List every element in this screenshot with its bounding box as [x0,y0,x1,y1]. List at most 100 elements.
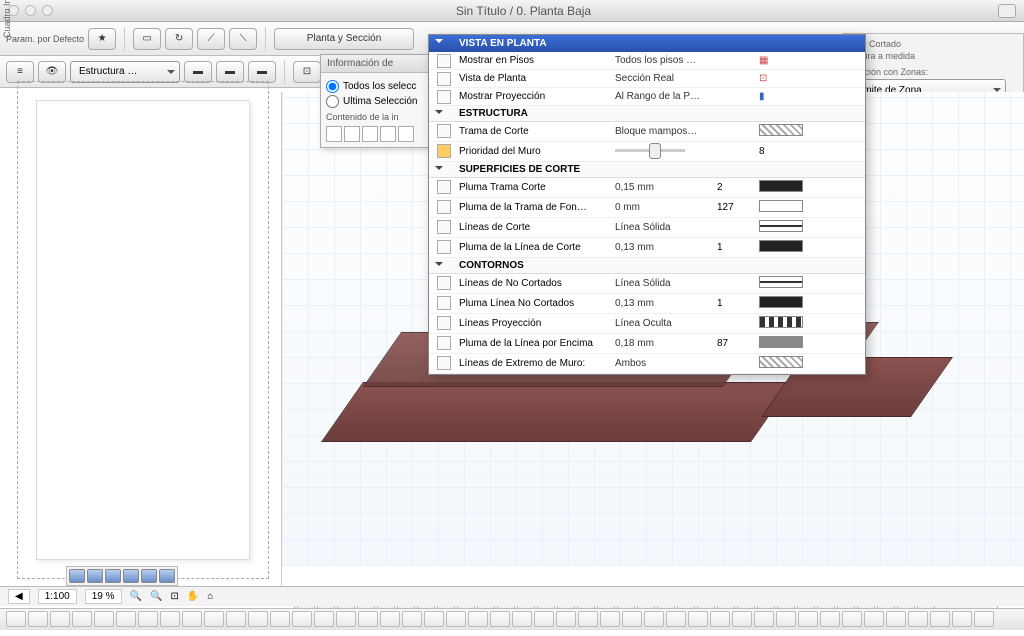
pen-swatch[interactable] [759,180,803,192]
row-lineas-proyeccion[interactable]: Líneas ProyecciónLínea Oculta [429,314,865,334]
row-mostrar-pisos[interactable]: Mostrar en PisosTodos los pisos …▦ [429,52,865,70]
wall-tool-icon[interactable] [50,611,70,627]
toolbar-toggle-icon[interactable] [998,4,1016,18]
dim-tool-icon[interactable] [402,611,422,627]
zoom-in-icon[interactable]: 🔍 [130,591,142,602]
row-pluma-trama-fondo[interactable]: Pluma de la Trama de Fon…0 mm127 [429,198,865,218]
roof-tool-icon[interactable] [182,611,202,627]
home-icon[interactable]: ⌂ [207,591,213,602]
left-icon[interactable] [380,126,396,142]
up-icon[interactable] [344,126,360,142]
elevation-tool-icon[interactable] [666,611,686,627]
eye-icon[interactable]: 👁 [38,61,66,83]
wall-bottom-icon[interactable]: ▬ [248,61,276,83]
row-extremo-muro[interactable]: Líneas de Extremo de Muro:Ambos [429,354,865,374]
wall-top-icon[interactable]: ▬ [184,61,212,83]
pen-swatch3[interactable] [759,296,803,308]
bg-swatch[interactable] [759,200,803,212]
zone-tool-icon[interactable] [226,611,246,627]
text-tool-icon[interactable] [446,611,466,627]
pen-swatch4[interactable] [759,336,803,348]
arrow-tool-icon[interactable] [6,611,26,627]
row-lineas-no-cortados[interactable]: Líneas de No CortadosLínea Sólida [429,274,865,294]
marquee-tool-icon[interactable] [28,611,48,627]
row-trama-corte[interactable]: Trama de CorteBloque mampos… [429,122,865,142]
dash-swatch[interactable] [759,316,803,328]
window-tool-icon[interactable] [94,611,114,627]
radio-last-selection[interactable]: Ultima Selección [326,95,442,108]
column-tool-icon[interactable] [116,611,136,627]
view-explore-icon[interactable] [159,569,175,583]
row-vista-planta[interactable]: Vista de PlantaSección Real⊡ [429,70,865,88]
detail-tool-icon[interactable] [688,611,708,627]
pen-swatch2[interactable] [759,240,803,252]
priority-slider[interactable] [615,144,685,156]
view-persp-icon[interactable] [87,569,103,583]
new-icon[interactable] [326,126,342,142]
camera-tool-icon[interactable] [732,611,752,627]
row-pluma-trama-corte[interactable]: Pluma Trama Corte0,15 mm2 [429,178,865,198]
nav-prev-icon[interactable]: ◀ [8,589,30,604]
more-1-icon[interactable] [798,611,818,627]
more-2-icon[interactable] [820,611,840,627]
row-prioridad-muro[interactable]: Prioridad del Muro8 [429,142,865,162]
section-vista-planta[interactable]: VISTA EN PLANTA [429,35,865,52]
object-tool-icon[interactable] [292,611,312,627]
end-swatch[interactable] [759,356,803,368]
fit-icon[interactable]: ⊡ [170,591,178,602]
fill-tool-icon[interactable] [490,611,510,627]
solid-swatch[interactable] [759,220,803,232]
shell-tool-icon[interactable] [358,611,378,627]
zoom-icon[interactable] [42,5,53,16]
more-7-icon[interactable] [930,611,950,627]
radio-all-selected[interactable]: Todos los selecc [326,80,442,93]
more-9-icon[interactable] [974,611,994,627]
favorites-icon[interactable]: ★ [88,28,116,50]
stair-tool-icon[interactable] [270,611,290,627]
zoom-field[interactable]: 19 % [85,589,122,604]
more-5-icon[interactable] [886,611,906,627]
spline-tool-icon[interactable] [578,611,598,627]
row-lineas-corte[interactable]: Líneas de CorteLínea Sólida [429,218,865,238]
worksheet-tool-icon[interactable] [710,611,730,627]
down-icon[interactable] [362,126,378,142]
row-pluma-encima[interactable]: Pluma de la Línea por Encima0,18 mm87 [429,334,865,354]
hatch-swatch[interactable] [759,124,803,136]
beam-tool-icon[interactable] [138,611,158,627]
section-contornos[interactable]: CONTORNOS [429,258,865,274]
view-fly-icon[interactable] [141,569,157,583]
mesh-tool-icon[interactable] [204,611,224,627]
row-pluma-no-cortados[interactable]: Pluma Línea No Cortados0,13 mm1 [429,294,865,314]
minimize-icon[interactable] [25,5,36,16]
view-3d-icon[interactable] [69,569,85,583]
solid-swatch2[interactable] [759,276,803,288]
view-walk-icon[interactable] [123,569,139,583]
zoom-out-icon[interactable]: 🔍 [150,591,162,602]
rotate-icon[interactable]: ↻ [165,28,193,50]
morph-tool-icon[interactable] [336,611,356,627]
height-icon[interactable]: ⊡ [293,61,321,83]
geometry-icon[interactable]: ▭ [133,28,161,50]
more-3-icon[interactable] [842,611,862,627]
grid-tool-icon[interactable] [754,611,774,627]
skylight-tool-icon[interactable] [380,611,400,627]
wall-mid-icon[interactable]: ▬ [216,61,244,83]
scale-field[interactable]: 1:100 [38,589,77,604]
label-tool-icon[interactable] [468,611,488,627]
format-icon[interactable] [398,126,414,142]
layout-sheet[interactable] [36,100,250,560]
more-6-icon[interactable] [908,611,928,627]
level-tool-icon[interactable] [424,611,444,627]
row-mostrar-proyeccion[interactable]: Mostrar ProyecciónAl Rango de la P…▮ [429,88,865,106]
arc-tool-icon[interactable] [534,611,554,627]
more-8-icon[interactable] [952,611,972,627]
poly-tool-icon[interactable] [556,611,576,627]
hotspot-tool-icon[interactable] [600,611,620,627]
change-tool-icon[interactable] [776,611,796,627]
pan-icon[interactable]: ✋ [187,591,199,602]
layers-icon[interactable]: ≡ [6,61,34,83]
view-axon-icon[interactable] [105,569,121,583]
panel-selector[interactable]: Planta y Sección [274,28,414,50]
section-estructura[interactable]: ESTRUCTURA [429,106,865,122]
section-tool-icon[interactable] [644,611,664,627]
